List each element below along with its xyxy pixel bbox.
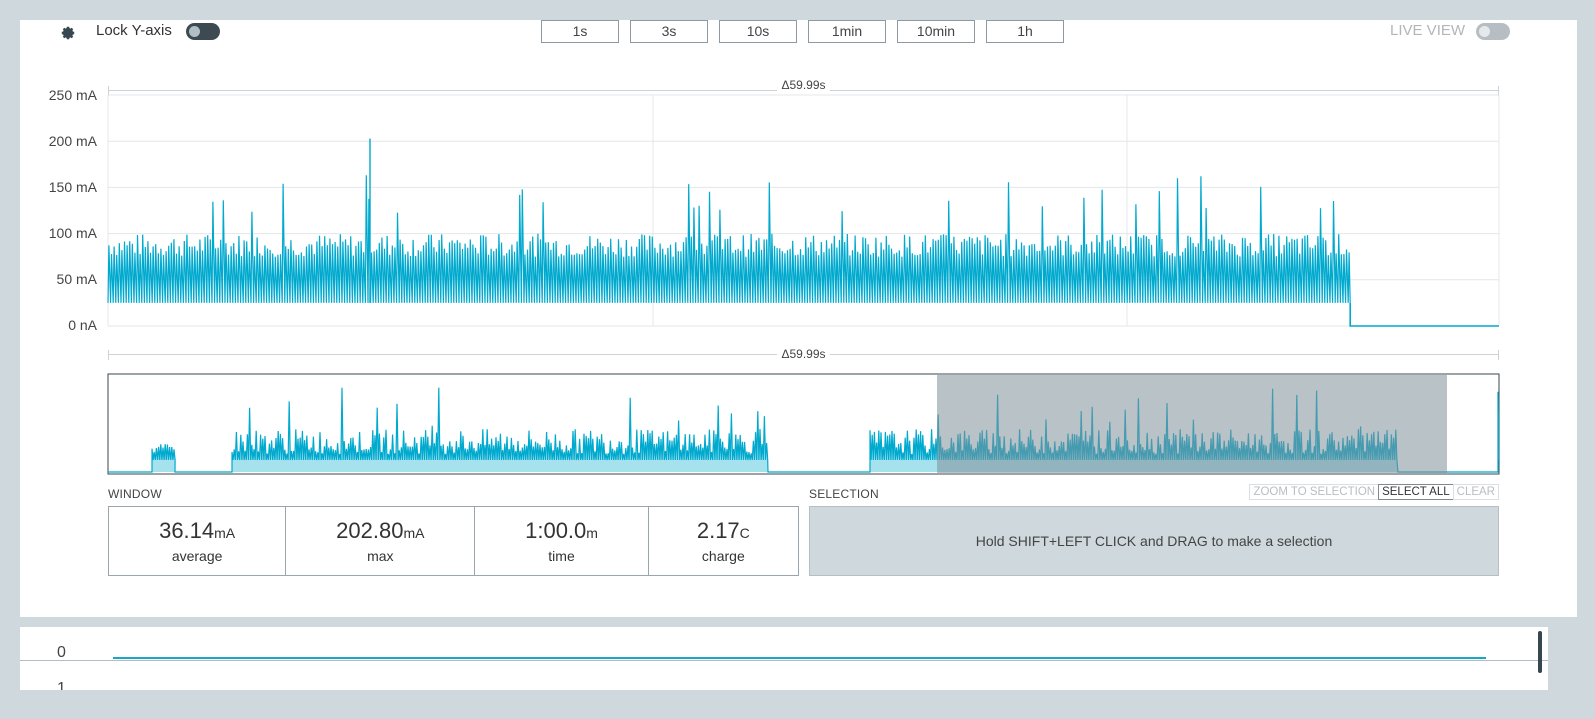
stat-value: 36.14: [159, 518, 215, 543]
stat-time: 1:00.0m time: [475, 507, 649, 575]
selection-buttons: ZOOM TO SELECTION SELECT ALL CLEAR: [1249, 484, 1499, 500]
stat-caption: charge: [701, 548, 745, 564]
stat-charge: 2.17C charge: [649, 507, 798, 575]
stat-value: 202.80: [336, 518, 404, 543]
stat-value: 1:00.0: [525, 518, 587, 543]
channel-0-trace: [113, 657, 1486, 659]
stat-value: 2.17: [696, 518, 740, 543]
main-waveform: [107, 138, 1499, 327]
row-divider: [20, 660, 1548, 661]
minimap-window-highlight: [937, 375, 1447, 473]
zero-trace: [1349, 302, 1499, 327]
stat-unit: mA: [214, 525, 236, 541]
stat-caption: max: [367, 548, 394, 564]
stat-unit: C: [739, 525, 750, 541]
window-stats: 36.14mA average 202.80mA max 1:00.0m tim…: [108, 506, 799, 576]
zoom-to-selection-button[interactable]: ZOOM TO SELECTION: [1249, 484, 1380, 500]
current-chart[interactable]: [0, 0, 1595, 719]
stat-max: 202.80mA max: [286, 507, 476, 575]
stat-average: 36.14mA average: [109, 507, 287, 575]
channel-0-label: 0: [57, 644, 66, 661]
stat-caption: time: [548, 548, 575, 564]
bottom-edge: [0, 690, 1595, 719]
clear-button[interactable]: CLEAR: [1452, 484, 1499, 500]
window-label: WINDOW: [108, 487, 162, 501]
current-trace: [107, 175, 1351, 303]
select-all-button[interactable]: SELECT ALL: [1378, 484, 1454, 500]
scrollbar-thumb[interactable]: [1538, 631, 1542, 673]
stat-caption: average: [171, 548, 223, 564]
stat-unit: mA: [403, 525, 425, 541]
selection-label: SELECTION: [809, 487, 879, 501]
stat-unit: m: [586, 525, 598, 541]
selection-hint: Hold SHIFT+LEFT CLICK and DRAG to make a…: [975, 533, 1333, 549]
selection-area[interactable]: Hold SHIFT+LEFT CLICK and DRAG to make a…: [809, 506, 1499, 576]
minimap[interactable]: [107, 373, 1526, 475]
